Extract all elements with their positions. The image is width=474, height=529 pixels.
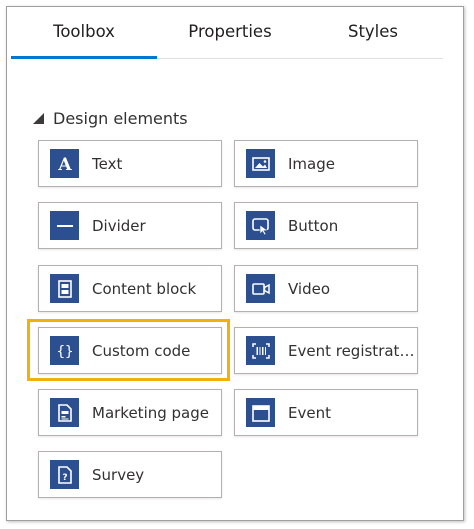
marketing-page-icon — [50, 398, 79, 427]
element-custom-code[interactable]: {} Custom code — [38, 327, 222, 374]
element-divider[interactable]: Divider — [38, 202, 222, 249]
survey-icon: ? — [50, 460, 79, 489]
element-label: Text — [92, 154, 123, 173]
collapse-triangle-icon — [33, 112, 44, 124]
element-label: Event — [288, 403, 331, 422]
divider-icon — [50, 211, 79, 240]
tab-properties[interactable]: Properties — [157, 18, 303, 58]
element-label: Survey — [92, 465, 145, 484]
tab-styles[interactable]: Styles — [303, 18, 443, 58]
element-survey[interactable]: ? Survey — [38, 451, 222, 498]
design-elements-header[interactable]: Design elements — [33, 107, 188, 129]
element-label: Image — [288, 154, 335, 173]
element-button[interactable]: Button — [234, 202, 418, 249]
element-label: Video — [288, 279, 331, 298]
tab-toolbox[interactable]: Toolbox — [11, 18, 157, 59]
text-icon: A — [50, 149, 79, 178]
event-icon — [246, 398, 275, 427]
element-label: Content block — [92, 279, 197, 298]
element-label: Divider — [92, 216, 146, 235]
element-text[interactable]: A Text — [38, 140, 222, 187]
video-icon — [246, 274, 275, 303]
content-block-icon — [50, 274, 79, 303]
tab-bar: Toolbox Properties Styles — [11, 18, 443, 59]
custom-code-icon: {} — [50, 336, 79, 365]
toolbox-panel — [6, 6, 464, 521]
svg-text:A: A — [57, 155, 72, 174]
section-title: Design elements — [53, 108, 188, 128]
svg-text:{}: {} — [56, 344, 73, 360]
element-marketing-page[interactable]: Marketing page — [38, 389, 222, 436]
element-label: Event registrati... — [288, 341, 416, 360]
element-video[interactable]: Video — [234, 265, 418, 312]
element-label: Button — [288, 216, 339, 235]
svg-text:?: ? — [62, 473, 67, 483]
element-label: Custom code — [92, 341, 191, 360]
element-label: Marketing page — [92, 403, 209, 422]
element-content-block[interactable]: Content block — [38, 265, 222, 312]
event-registration-icon — [246, 336, 275, 365]
element-event-registration[interactable]: Event registrati... — [234, 327, 418, 374]
image-icon — [246, 149, 275, 178]
button-icon — [246, 211, 275, 240]
element-image[interactable]: Image — [234, 140, 418, 187]
element-event[interactable]: Event — [234, 389, 418, 436]
